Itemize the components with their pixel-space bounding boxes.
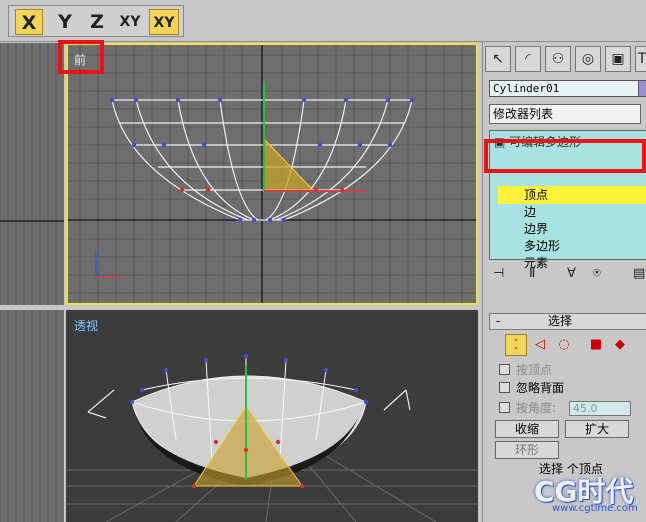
axis-z-button[interactable]: Z: [83, 9, 111, 35]
subobject-icons: ⁚ ◁ ◌ ■ ◆: [505, 334, 635, 358]
axis-x-button[interactable]: X: [15, 9, 43, 35]
element-mode-icon[interactable]: ◆: [609, 334, 631, 356]
border-mode-icon[interactable]: ◌: [553, 334, 575, 356]
selection-rollout-header[interactable]: - 选择: [489, 313, 646, 330]
configure-sets-icon[interactable]: ▤: [633, 266, 645, 281]
perspective-viewport-canvas: [66, 353, 478, 522]
edge-mode-icon[interactable]: ◁: [529, 334, 551, 356]
annotation-box-viewport-label: [58, 40, 104, 74]
rollout-collapse-icon[interactable]: -: [496, 314, 500, 329]
vertex-mode-icon[interactable]: ⁚: [505, 334, 527, 356]
annotation-box-vertex-item: [484, 139, 646, 173]
left-viewport-bottom[interactable]: [0, 310, 64, 522]
watermark-url: www.cgtime.com: [552, 503, 638, 514]
stack-item-vertex[interactable]: 顶点: [524, 187, 548, 204]
utilities-tab-icon[interactable]: T: [635, 46, 646, 72]
motion-tab-icon[interactable]: ◎: [575, 46, 601, 72]
perspective-viewport[interactable]: 透视: [66, 310, 478, 522]
stack-item-polygon[interactable]: 多边形: [524, 238, 560, 255]
command-panel-tabs: ↖ ◜ ⚇ ◎ ▣ T: [485, 46, 646, 74]
create-tab-icon[interactable]: ↖: [485, 46, 511, 72]
axis-xy-button[interactable]: XY: [115, 9, 145, 35]
object-name-field[interactable]: Cylinder01: [489, 80, 639, 97]
make-unique-icon[interactable]: ∀: [567, 266, 576, 281]
modify-tab-icon[interactable]: ◜: [515, 46, 541, 72]
hierarchy-tab-icon[interactable]: ⚇: [545, 46, 571, 72]
ring-button[interactable]: 环形: [495, 441, 559, 459]
axis-constraint-toolbar: X Y Z XY XY: [0, 0, 646, 42]
polygon-mode-icon[interactable]: ■: [585, 334, 607, 356]
left-bottom-grid: [0, 310, 57, 522]
grow-button[interactable]: 扩大: [565, 420, 629, 438]
display-tab-icon[interactable]: ▣: [605, 46, 631, 72]
stack-toolbar: ⊣ Ⅱ ∀ ⍟ ▤: [489, 266, 646, 286]
axis-button-group: X Y Z XY XY: [8, 5, 184, 37]
object-color-swatch[interactable]: [638, 80, 646, 97]
pin-stack-icon[interactable]: ⊣: [493, 266, 504, 281]
angle-spinner[interactable]: 45.0: [569, 401, 631, 416]
vertex-gizmo-plane: [263, 137, 316, 192]
stack-selection-highlight: [498, 186, 646, 204]
shrink-button[interactable]: 收缩: [495, 420, 559, 438]
show-end-result-icon[interactable]: Ⅱ: [529, 266, 535, 281]
axis-y-button[interactable]: Y: [51, 9, 79, 35]
perspective-viewport-label[interactable]: 透视: [74, 317, 98, 334]
axis-xy-lock-button[interactable]: XY: [149, 9, 179, 35]
left-viewport-top[interactable]: [0, 43, 64, 305]
ignore-backfacing-checkbox[interactable]: 忽略背面: [499, 380, 646, 396]
command-panel: ↖ ◜ ⚇ ◎ ▣ T Cylinder01 修改器列表 ▣ 可编辑多边形 顶点…: [482, 42, 646, 522]
front-viewport-canvas: [68, 45, 476, 303]
stack-item-edge[interactable]: 边: [524, 204, 536, 221]
modifier-list-dropdown[interactable]: 修改器列表: [489, 104, 641, 124]
stack-item-border[interactable]: 边界: [524, 221, 548, 238]
by-vertex-checkbox[interactable]: 按顶点: [499, 362, 646, 378]
remove-modifier-icon[interactable]: ⍟: [593, 266, 601, 281]
front-viewport[interactable]: 前: [66, 43, 478, 305]
left-top-grid: [0, 43, 64, 305]
